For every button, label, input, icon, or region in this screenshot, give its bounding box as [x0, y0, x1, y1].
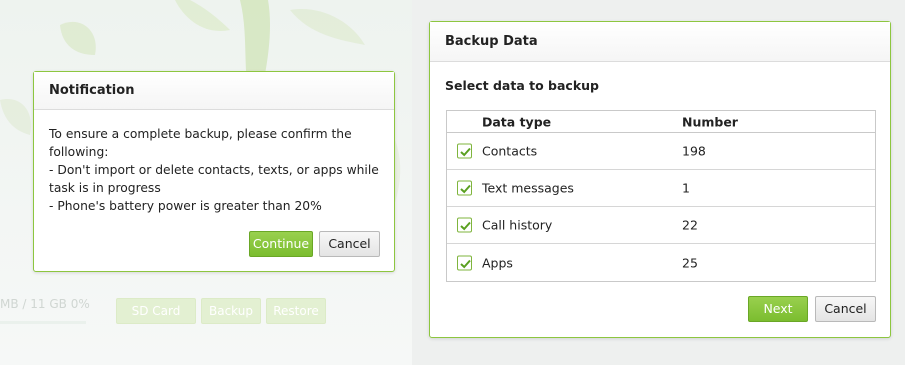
table-header-row: Data type Number [447, 111, 875, 133]
notification-cancel-button[interactable]: Cancel [319, 231, 380, 257]
row-data-type: Text messages [482, 180, 574, 196]
backup-button[interactable]: Backup [201, 298, 261, 324]
row-data-type: Call history [482, 217, 553, 233]
notification-message-line: To ensure a complete backup, please conf… [49, 127, 352, 141]
row-number: 22 [682, 217, 698, 233]
storage-progress-bar [0, 321, 86, 324]
checkmark-icon [460, 184, 471, 194]
column-header-number: Number [682, 114, 738, 129]
checkmark-icon [460, 221, 471, 231]
checkmark-icon [460, 147, 471, 157]
continue-button[interactable]: Continue [249, 231, 313, 257]
backup-data-dialog: Backup Data Select data to backup Data t… [429, 21, 891, 338]
table-row-call-history[interactable]: Call history 22 [447, 207, 875, 244]
notification-message-line: task is in progress [49, 181, 161, 195]
notification-message-line: - Phone's battery power is greater than … [49, 199, 322, 213]
backup-cancel-button[interactable]: Cancel [815, 296, 876, 322]
next-button[interactable]: Next [748, 296, 808, 322]
notification-message-line: - Don't import or delete contacts, texts… [49, 163, 379, 177]
table-row-contacts[interactable]: Contacts 198 [447, 133, 875, 170]
text-messages-checkbox[interactable] [457, 180, 472, 196]
sd-card-button[interactable]: SD Card [116, 298, 196, 324]
notification-title: Notification [34, 72, 394, 110]
row-number: 25 [682, 255, 698, 270]
select-data-heading: Select data to backup [445, 78, 599, 93]
notification-message: To ensure a complete backup, please conf… [49, 125, 379, 215]
row-data-type: Apps [482, 255, 513, 270]
table-row-text-messages[interactable]: Text messages 1 [447, 170, 875, 207]
table-row-apps[interactable]: Apps 25 [447, 244, 875, 281]
call-history-checkbox[interactable] [457, 217, 472, 233]
contacts-checkbox[interactable] [457, 143, 472, 159]
column-header-data-type: Data type [482, 114, 552, 129]
notification-dialog: Notification To ensure a complete backup… [33, 71, 395, 272]
backup-data-table: Data type Number Contacts 198 Text messa… [446, 110, 876, 282]
restore-button[interactable]: Restore [266, 298, 326, 324]
row-number: 1 [682, 180, 690, 196]
row-number: 198 [682, 143, 706, 159]
storage-status-text: MB / 11 GB 0% [0, 297, 90, 311]
notification-message-line: following: [49, 145, 109, 159]
checkmark-icon [460, 259, 471, 268]
row-data-type: Contacts [482, 143, 538, 159]
backup-dialog-title: Backup Data [430, 22, 890, 62]
apps-checkbox[interactable] [457, 255, 472, 270]
